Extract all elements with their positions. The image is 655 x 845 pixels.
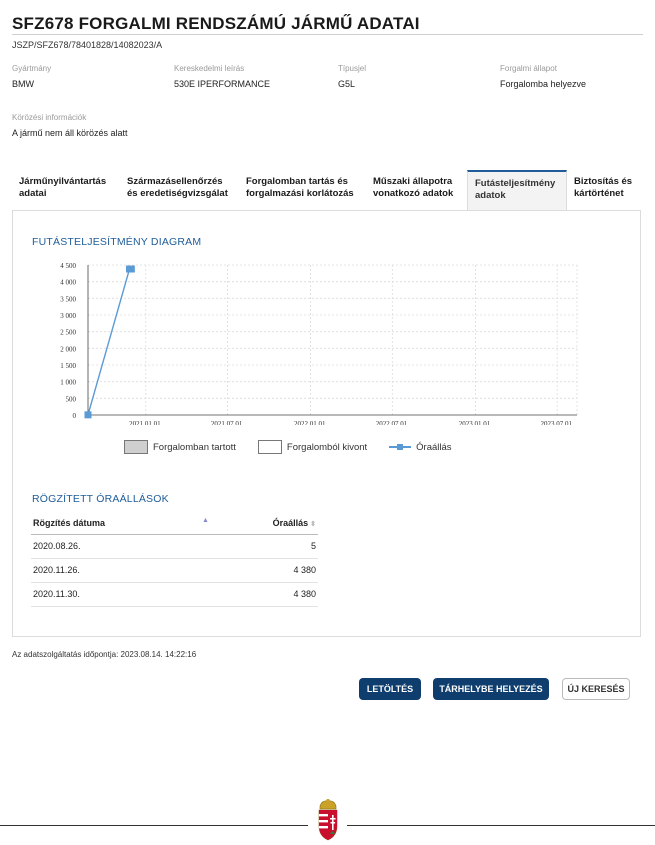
tab-traffic-restrictions[interactable]: Forgalomban tartás és forgalmazási korlá… xyxy=(239,170,366,210)
reading-value: 4 380 xyxy=(207,582,318,607)
trade-description-value: 530E IPERFORMANCE xyxy=(174,79,271,89)
x-tick-label: 2023.01.01. xyxy=(459,420,493,425)
tab-bar: Járműnyilvántartás adatai Származásellen… xyxy=(12,170,642,210)
title-divider xyxy=(12,34,643,35)
table-row: 2020.11.30. 4 380 xyxy=(31,582,318,607)
y-tick-label: 4 000 xyxy=(60,279,76,287)
download-button[interactable]: LETÖLTÉS xyxy=(359,678,421,700)
tab-mileage-data[interactable]: Futásteljesítmény adatok xyxy=(467,170,567,210)
reading-date: 2020.08.26. xyxy=(31,534,208,559)
tab-label-line2: kártörténet xyxy=(574,188,624,199)
tab-registry-data[interactable]: Járműnyilvántartás adatai xyxy=(12,170,120,210)
manufacturer-value: BMW xyxy=(12,79,34,89)
reading-date: 2020.11.30. xyxy=(31,582,208,607)
traffic-status-field: Forgalmi állapot Forgalomba helyezve xyxy=(500,64,586,89)
type-value: G5L xyxy=(338,79,356,89)
tab-label-line1: Műszaki állapotra xyxy=(373,176,453,187)
chart-section-title: FUTÁSTELJESÍTMÉNY DIAGRAM xyxy=(32,236,202,248)
tab-label-line2: vonatkozó adatok xyxy=(373,188,454,199)
reading-value: 4 380 xyxy=(207,558,318,583)
traffic-status-value: Forgalomba helyezve xyxy=(500,79,587,89)
type-label: Típusjel xyxy=(338,64,367,73)
tab-origin-check[interactable]: Származásellenőrzés és eredetiségvizsgál… xyxy=(120,170,239,210)
manufacturer-label: Gyártmány xyxy=(12,64,52,73)
legend-in-traffic-label: Forgalomban tartott xyxy=(153,441,236,453)
tab-label-line2: adatai xyxy=(19,188,47,199)
tab-label-line2: adatok xyxy=(475,190,506,201)
tab-label-line1: Futásteljesítmény xyxy=(475,178,556,189)
new-search-button[interactable]: ÚJ KERESÉS xyxy=(562,678,630,700)
y-tick-label: 3 000 xyxy=(60,312,76,320)
tab-label-line2: forgalmazási korlátozás xyxy=(246,188,354,199)
y-tick-label: 2 500 xyxy=(60,329,76,337)
reference-number: JSZP/SFZ678/78401828/14082023/A xyxy=(12,40,163,50)
chart-legend: Forgalomban tartott Forgalomból kivont Ó… xyxy=(124,440,474,454)
table-row: 2020.08.26. 5 xyxy=(31,534,318,559)
y-tick-label: 4 500 xyxy=(60,262,76,270)
footer-rule-left xyxy=(0,825,308,826)
y-tick-label: 500 xyxy=(66,395,77,403)
legend-withdrawn: Forgalomból kivont xyxy=(257,440,368,454)
odometer-readings-table: Rögzítés dátuma ▲ Óraállás ⬍ 2020.08.26. … xyxy=(31,514,318,607)
sort-icon: ⬍ xyxy=(310,521,316,528)
odometer-series-line xyxy=(87,268,132,415)
tab-insurance-history[interactable]: Biztosítás és kártörténet xyxy=(567,170,642,210)
trade-description-field: Kereskedelmi leírás 530E IPERFORMANCE xyxy=(174,64,270,89)
tab-label-line2: és eredetiségvizsgálat xyxy=(127,188,228,199)
odometer-data-point xyxy=(84,411,92,419)
manufacturer-field: Gyártmány BMW xyxy=(12,64,51,89)
type-field: Típusjel G5L xyxy=(338,64,366,89)
x-tick-label: 2021.01.01. xyxy=(129,420,163,425)
mileage-chart: 0 500 1 000 1 500 2 000 2 500 3 000 3 500 4 000 4… xyxy=(60,262,578,425)
in-traffic-swatch xyxy=(124,440,148,454)
x-tick-label: 2022.01.01. xyxy=(294,420,328,425)
table-row: 2020.11.26. 4 380 xyxy=(31,558,318,583)
x-tick-label: 2021.07.01. xyxy=(211,420,245,425)
tab-label-line1: Származásellenőrzés xyxy=(127,176,223,187)
trade-description-label: Kereskedelmi leírás xyxy=(174,64,245,73)
odometer-column-header[interactable]: Óraállás ⬍ xyxy=(207,514,318,535)
y-tick-label: 2 000 xyxy=(60,345,76,353)
tab-technical-condition[interactable]: Műszaki állapotra vonatkozó adatok xyxy=(366,170,467,210)
y-tick-label: 0 xyxy=(73,412,77,420)
withdrawn-swatch xyxy=(257,440,282,454)
legend-odometer-label: Óraállás xyxy=(416,441,452,453)
table-header-row: Rögzítés dátuma ▲ Óraállás ⬍ xyxy=(31,514,318,535)
traffic-status-label: Forgalmi állapot xyxy=(500,64,557,73)
wanted-info-label: Körözési információk xyxy=(12,113,87,122)
page-title: SFZ678 FORGALMI RENDSZÁMÚ JÁRMŰ ADATAI xyxy=(12,14,420,33)
tab-label-line1: Biztosítás és xyxy=(574,176,633,187)
tab-label-line1: Járműnyilvántartás xyxy=(19,176,107,187)
legend-in-traffic: Forgalomban tartott xyxy=(124,440,236,454)
tab-label-line1: Forgalomban tartás és xyxy=(246,176,348,187)
footer-rule-right xyxy=(347,825,655,826)
odometer-column-label: Óraállás xyxy=(272,518,309,528)
readings-section-title: RÖGZÍTETT ÓRAÁLLÁSOK xyxy=(32,493,169,505)
date-column-header[interactable]: Rögzítés dátuma ▲ xyxy=(31,514,209,535)
odometer-swatch xyxy=(389,441,412,453)
reading-value: 5 xyxy=(207,534,318,559)
y-tick-label: 3 500 xyxy=(60,295,76,303)
legend-odometer: Óraállás xyxy=(389,441,452,453)
wanted-info-field: Körözési információk A jármű nem áll kör… xyxy=(12,113,128,138)
y-tick-label: 1 000 xyxy=(60,379,76,387)
wanted-info-value: A jármű nem áll körözés alatt xyxy=(12,128,128,138)
x-tick-label: 2022.07.01. xyxy=(376,420,410,425)
legend-withdrawn-label: Forgalomból kivont xyxy=(286,441,368,453)
x-tick-label: 2023.07.01. xyxy=(541,420,575,425)
odometer-data-point xyxy=(127,265,135,273)
date-column-label: Rögzítés dátuma xyxy=(33,518,106,528)
hungarian-coat-of-arms-icon xyxy=(318,798,338,841)
data-timestamp: Az adatszolgáltatás időpontja: 2023.08.1… xyxy=(12,650,197,659)
y-tick-label: 1 500 xyxy=(60,362,76,370)
store-button[interactable]: TÁRHELYBE HELYEZÉS xyxy=(433,678,549,700)
reading-date: 2020.11.26. xyxy=(31,558,208,583)
